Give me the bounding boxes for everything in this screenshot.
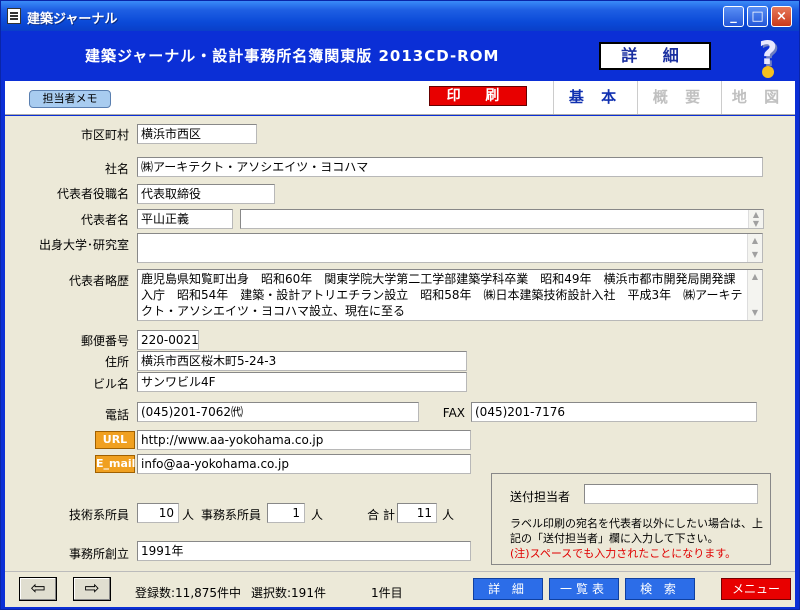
header-band: 建築ジャーナル・設計事務所名簿関東版 2013CD-ROM 詳 細 ? bbox=[5, 31, 795, 81]
tab-overview[interactable]: 概 要 bbox=[637, 81, 721, 114]
address-field[interactable]: 横浜市西区桜木町5-24-3 bbox=[137, 351, 467, 371]
detail-panel: 市区町村 横浜市西区 社名 ㈱アーキテクト・アソシエイツ・ヨコハマ 代表者役職名… bbox=[5, 116, 795, 571]
fax-field[interactable]: (045)201-7176 bbox=[471, 402, 757, 422]
tech-staff-unit: 人 bbox=[182, 508, 195, 522]
company-field[interactable]: ㈱アーキテクト・アソシエイツ・ヨコハマ bbox=[137, 157, 763, 177]
print-button[interactable]: 印 刷 bbox=[429, 86, 527, 106]
history-scrollbar[interactable]: ▲ ▼ bbox=[747, 270, 762, 320]
menu-button[interactable]: メニュー bbox=[721, 578, 791, 600]
maximize-button[interactable]: □ bbox=[747, 6, 768, 27]
tab-map[interactable]: 地 図 bbox=[721, 81, 795, 114]
school-field[interactable]: ▲ ▼ bbox=[137, 233, 763, 263]
send-person-label: 送付担当者 bbox=[510, 490, 571, 504]
rep-name-label: 代表者名 bbox=[80, 213, 129, 227]
arrow-left-icon: ⇦ bbox=[30, 578, 46, 599]
send-person-field[interactable] bbox=[584, 484, 758, 504]
app-window: 建築ジャーナル _ □ × 建築ジャーナル・設計事務所名簿関東版 2013CD-… bbox=[0, 0, 800, 610]
prev-record-button[interactable]: ⇦ bbox=[19, 577, 57, 601]
help-button[interactable]: ? bbox=[751, 34, 785, 78]
detail-button[interactable]: 詳 細 bbox=[473, 578, 543, 600]
office-staff-unit: 人 bbox=[311, 508, 324, 522]
app-icon bbox=[7, 8, 21, 24]
founded-field[interactable]: 1991年 bbox=[137, 541, 471, 561]
school-label: 出身大学･研究室 bbox=[38, 238, 129, 252]
tech-staff-field[interactable]: 10 bbox=[137, 503, 179, 523]
founded-label: 事務所創立 bbox=[68, 547, 129, 561]
city-field[interactable]: 横浜市西区 bbox=[137, 124, 257, 144]
history-label: 代表者略歴 bbox=[68, 274, 129, 288]
current-record: 1件目 bbox=[371, 586, 403, 600]
phone-label: 電話 bbox=[104, 408, 129, 422]
office-staff-label: 事務系所員 bbox=[200, 508, 261, 522]
close-button[interactable]: × bbox=[771, 6, 792, 27]
scroll-down-icon[interactable]: ▼ bbox=[750, 308, 760, 318]
minimize-button[interactable]: _ bbox=[723, 6, 744, 27]
next-record-button[interactable]: ⇨ bbox=[73, 577, 111, 601]
detail-view-label: 詳 細 bbox=[599, 42, 711, 70]
zip-field[interactable]: 220-0021 bbox=[137, 330, 199, 350]
search-button[interactable]: 検 索 bbox=[625, 578, 695, 600]
email-field[interactable]: info@aa-yokohama.co.jp bbox=[137, 454, 471, 474]
company-label: 社名 bbox=[104, 162, 129, 176]
url-field[interactable]: http://www.aa-yokohama.co.jp bbox=[137, 430, 471, 450]
footer-bar: ⇦ ⇨ 登録数:11,875件中 選択数:191件 1件目 詳 細 一覧表 検 … bbox=[5, 571, 795, 607]
send-person-note: ラベル印刷の宛名を代表者以外にしたい場合は、上記の「送付担当者」欄に入力して下さ… bbox=[510, 516, 770, 561]
arrow-right-icon: ⇨ bbox=[84, 578, 100, 599]
rep-title-field[interactable]: 代表取締役 bbox=[137, 184, 275, 204]
rep-name-extra-field[interactable]: ▲ ▼ bbox=[240, 209, 764, 229]
rep-name-field[interactable]: 平山正義 bbox=[137, 209, 233, 229]
registered-count: 登録数:11,875件中 bbox=[135, 586, 242, 600]
rep-title-label: 代表者役職名 bbox=[56, 187, 129, 201]
selected-count: 選択数:191件 bbox=[251, 586, 326, 600]
main-title: 建築ジャーナル・設計事務所名簿関東版 2013CD-ROM bbox=[85, 47, 500, 65]
address-label: 住所 bbox=[104, 355, 129, 369]
list-button[interactable]: 一覧表 bbox=[549, 578, 619, 600]
tab-basic[interactable]: 基 本 bbox=[553, 81, 637, 114]
phone-field[interactable]: (045)201-7062㈹ bbox=[137, 402, 419, 422]
memo-button[interactable]: 担当者メモ bbox=[29, 90, 111, 108]
scroll-up-icon[interactable]: ▲ bbox=[750, 272, 760, 282]
window-title: 建築ジャーナル bbox=[27, 12, 118, 27]
history-text: 鹿児島県知覧町出身 昭和60年 関東学院大学第二工学部建築学科卒業 昭和49年 … bbox=[141, 272, 743, 318]
fax-label: FAX bbox=[442, 406, 465, 420]
total-unit: 人 bbox=[442, 508, 455, 522]
title-bar[interactable]: 建築ジャーナル _ □ × bbox=[1, 1, 799, 31]
tech-staff-label: 技術系所員 bbox=[68, 508, 129, 522]
building-label: ビル名 bbox=[92, 377, 129, 391]
total-field[interactable]: 11 bbox=[397, 503, 437, 523]
send-person-note-text: ラベル印刷の宛名を代表者以外にしたい場合は、上記の「送付担当者」欄に入力して下さ… bbox=[510, 517, 763, 545]
office-staff-field[interactable]: 1 bbox=[267, 503, 305, 523]
zip-label: 郵便番号 bbox=[80, 334, 129, 348]
scroll-down-icon[interactable]: ▼ bbox=[751, 219, 761, 228]
building-field[interactable]: サンワビル4F bbox=[137, 372, 467, 392]
scroll-up-icon[interactable]: ▲ bbox=[750, 236, 760, 246]
question-mark-icon: ? bbox=[758, 34, 778, 72]
email-badge[interactable]: E_mail bbox=[95, 455, 135, 473]
total-label: 合 計 bbox=[367, 508, 395, 522]
help-ball-icon bbox=[762, 66, 774, 78]
toolbar: 担当者メモ 印 刷 基 本 概 要 地 図 bbox=[5, 81, 795, 115]
rep-name-scrollbar[interactable]: ▲ ▼ bbox=[748, 210, 763, 228]
school-scrollbar[interactable]: ▲ ▼ bbox=[747, 234, 762, 262]
send-person-warning: (注)スペースでも入力されたことになります。 bbox=[510, 547, 737, 560]
send-person-box: 送付担当者 ラベル印刷の宛名を代表者以外にしたい場合は、上記の「送付担当者」欄に… bbox=[491, 473, 771, 565]
url-badge[interactable]: URL bbox=[95, 431, 135, 449]
scroll-down-icon[interactable]: ▼ bbox=[750, 250, 760, 260]
city-label: 市区町村 bbox=[80, 128, 129, 142]
history-field[interactable]: 鹿児島県知覧町出身 昭和60年 関東学院大学第二工学部建築学科卒業 昭和49年 … bbox=[137, 269, 763, 321]
